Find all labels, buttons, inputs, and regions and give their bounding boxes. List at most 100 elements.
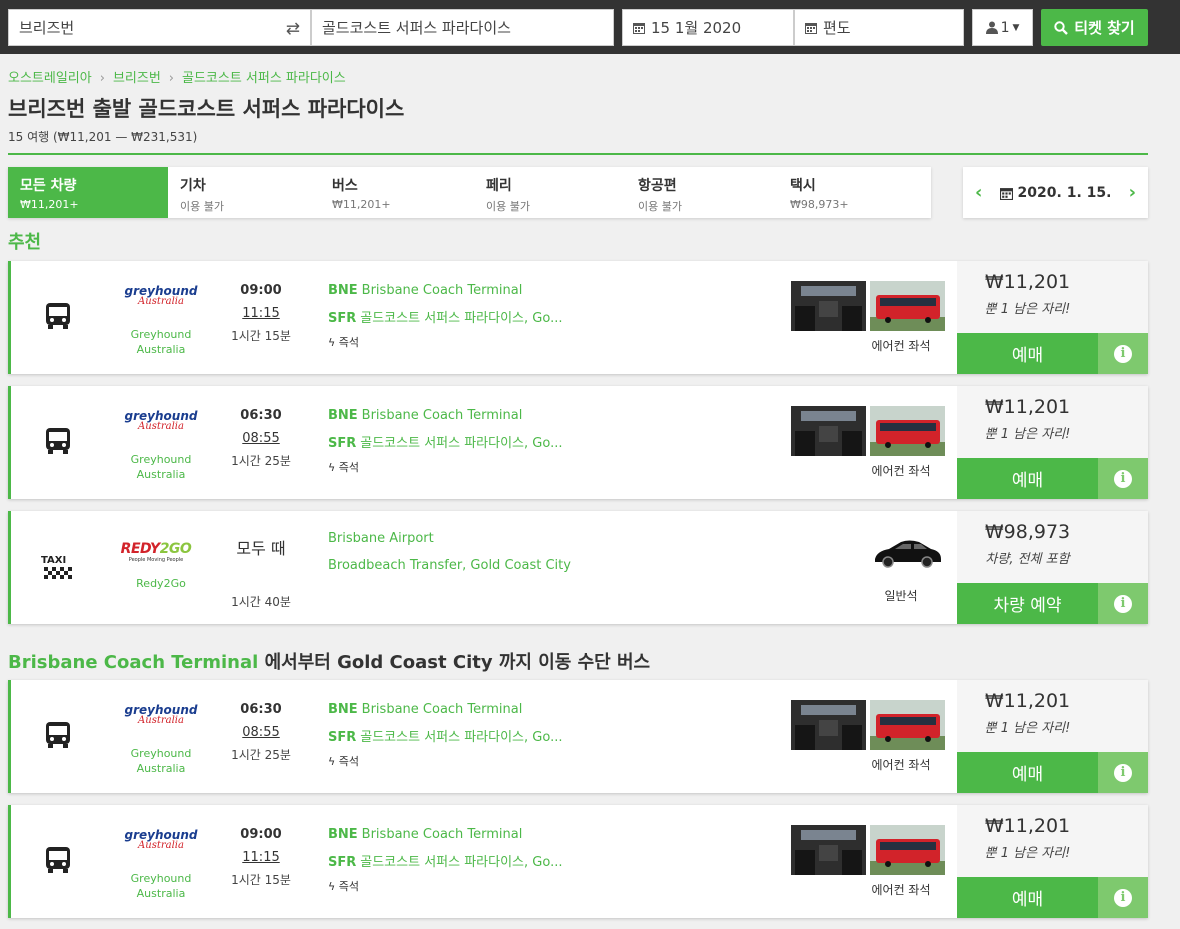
from-station[interactable]: Brisbane Airport [328, 531, 571, 546]
to-station[interactable]: 골드코스트 서퍼스 파라다이스, Go... [360, 311, 562, 326]
bus-interior-photo[interactable] [791, 825, 866, 875]
tab-taxi[interactable]: 택시 ₩98,973+ [778, 167, 931, 218]
chevron-right-icon: › [99, 71, 105, 86]
price-panel: ₩98,973 차량, 전체 포함 차량 예약 i [957, 511, 1148, 624]
calendar-icon [633, 22, 645, 34]
departure-time: 06:30 [240, 408, 282, 423]
date-input[interactable]: 15 1월 2020 [622, 9, 794, 46]
breadcrumb-item-country[interactable]: 오스트레일리아 [8, 71, 92, 86]
taxi-checker-icon [44, 567, 72, 579]
book-button[interactable]: 예매 [957, 333, 1098, 374]
passengers-value: 1 [1000, 19, 1010, 36]
bus-icon [46, 722, 70, 748]
anytime-label: 모두 때 [236, 539, 286, 558]
swap-icon[interactable]: ⇄ [286, 19, 300, 39]
to-input[interactable]: 골드코스트 서퍼스 파라다이스 [311, 9, 614, 46]
result-card: greyhound Australia Greyhound Australia … [8, 805, 1148, 918]
info-icon: i [1114, 344, 1132, 363]
price-note: 차량, 전체 포함 [985, 552, 1070, 567]
date-input-value: 15 1월 2020 [651, 19, 742, 37]
tab-train[interactable]: 기차 이용 불가 [168, 167, 320, 218]
amenity-label: 에어컨 좌석 [871, 883, 931, 897]
info-button[interactable]: i [1098, 458, 1148, 499]
from-station[interactable]: Brisbane Coach Terminal [362, 702, 523, 717]
info-icon: i [1114, 594, 1132, 613]
from-input-value: 브리즈번 [19, 19, 75, 37]
bus-interior-photo[interactable] [791, 700, 866, 750]
duration: 1시간 15분 [231, 329, 291, 343]
search-button[interactable]: 티켓 찾기 [1041, 9, 1148, 46]
car-icon [875, 540, 941, 568]
departure-time: 09:00 [240, 283, 282, 298]
arrival-time[interactable]: 08:55 [226, 431, 296, 446]
from-station[interactable]: Brisbane Coach Terminal [362, 283, 523, 298]
current-date: 2020. 1. 15. [999, 185, 1111, 201]
book-vehicle-button[interactable]: 차량 예약 [957, 583, 1098, 624]
book-button[interactable]: 예매 [957, 752, 1098, 793]
info-button[interactable]: i [1098, 752, 1148, 793]
book-button[interactable]: 예매 [957, 458, 1098, 499]
seats-left-note: 뿐 1 남은 자리! [984, 427, 1071, 442]
from-station[interactable]: Brisbane Coach Terminal [362, 827, 523, 842]
arrival-time[interactable]: 11:15 [226, 306, 296, 321]
price-panel: ₩11,201 뿐 1 남은 자리! 예매 i [957, 805, 1148, 918]
price-panel: ₩11,201 뿐 1 남은 자리! 예매 i [957, 386, 1148, 499]
lightning-icon: ϟ [328, 461, 336, 474]
info-button[interactable]: i [1098, 333, 1148, 374]
info-icon: i [1114, 888, 1132, 907]
info-icon: i [1114, 763, 1132, 782]
instant-feature: 즉석 [338, 755, 360, 768]
transport-tabs: 모든 차량 ₩11,201+ 기차 이용 불가 버스 ₩11,201+ 페리 이… [8, 167, 931, 218]
to-station[interactable]: Broadbeach Transfer, Gold Coast City [328, 558, 571, 573]
bus-interior-photo[interactable] [791, 281, 866, 331]
tab-ferry[interactable]: 페리 이용 불가 [474, 167, 626, 218]
to-station[interactable]: 골드코스트 서퍼스 파라다이스, Go... [360, 436, 562, 451]
to-code: SFR [328, 311, 357, 326]
tab-flight[interactable]: 항공편 이용 불가 [626, 167, 778, 218]
search-icon [1054, 20, 1069, 35]
bus-interior-photo[interactable] [791, 406, 866, 456]
breadcrumb-item-destination[interactable]: 골드코스트 서퍼스 파라다이스 [182, 71, 346, 86]
duration: 1시간 40분 [231, 595, 291, 609]
return-input[interactable]: 편도 [794, 9, 964, 46]
to-code: SFR [328, 436, 357, 451]
info-button[interactable]: i [1098, 583, 1148, 624]
tab-sub: ₩11,201+ [332, 198, 391, 211]
arrival-time[interactable]: 08:55 [226, 725, 296, 740]
next-day-button[interactable]: › [1129, 182, 1136, 203]
from-station[interactable]: Brisbane Coach Terminal [362, 408, 523, 423]
bus-exterior-photo[interactable] [870, 700, 945, 750]
from-input[interactable]: 브리즈번 ⇄ [8, 9, 311, 46]
operator-name: Greyhound Australia [130, 328, 192, 356]
tab-label: 버스 [332, 178, 358, 194]
from-code: BNE [328, 702, 358, 717]
bus-exterior-photo[interactable] [870, 406, 945, 456]
seats-left-note: 뿐 1 남은 자리! [984, 302, 1071, 317]
tab-bus[interactable]: 버스 ₩11,201+ [320, 167, 474, 218]
breadcrumb-item-city[interactable]: 브리즈번 [113, 71, 161, 86]
operator-name: Greyhound Australia [130, 872, 192, 900]
instant-feature: 즉석 [338, 461, 360, 474]
search-bar: 브리즈번 ⇄ 골드코스트 서퍼스 파라다이스 15 1월 2020 편도 1 ▼… [0, 0, 1180, 54]
to-station[interactable]: 골드코스트 서퍼스 파라다이스, Go... [360, 730, 562, 745]
to-input-value: 골드코스트 서퍼스 파라다이스 [322, 19, 511, 37]
from-code: BNE [328, 827, 358, 842]
tab-all[interactable]: 모든 차량 ₩11,201+ [8, 167, 168, 218]
book-button[interactable]: 예매 [957, 877, 1098, 918]
bus-exterior-photo[interactable] [870, 825, 945, 875]
bus-exterior-photo[interactable] [870, 281, 945, 331]
info-button[interactable]: i [1098, 877, 1148, 918]
passengers-select[interactable]: 1 ▼ [972, 9, 1033, 46]
section-bus-route-origin[interactable]: Brisbane Coach Terminal [8, 652, 258, 673]
duration: 1시간 25분 [231, 454, 291, 468]
to-station[interactable]: 골드코스트 서퍼스 파라다이스, Go... [360, 855, 562, 870]
logo-text-a: REDY [120, 541, 161, 557]
section-recommended: 추천 [8, 232, 42, 253]
tab-sub: 이용 불가 [638, 200, 682, 213]
lightning-icon: ϟ [328, 755, 336, 768]
arrival-time[interactable]: 11:15 [226, 850, 296, 865]
prev-day-button[interactable]: ‹ [975, 182, 982, 203]
amenity-label: 에어컨 좌석 [871, 339, 931, 353]
route: BNE Brisbane Coach Terminal SFR 골드코스트 서퍼스 … [328, 283, 562, 350]
route: BNE Brisbane Coach Terminal SFR 골드코스트 서퍼스 … [328, 408, 562, 475]
